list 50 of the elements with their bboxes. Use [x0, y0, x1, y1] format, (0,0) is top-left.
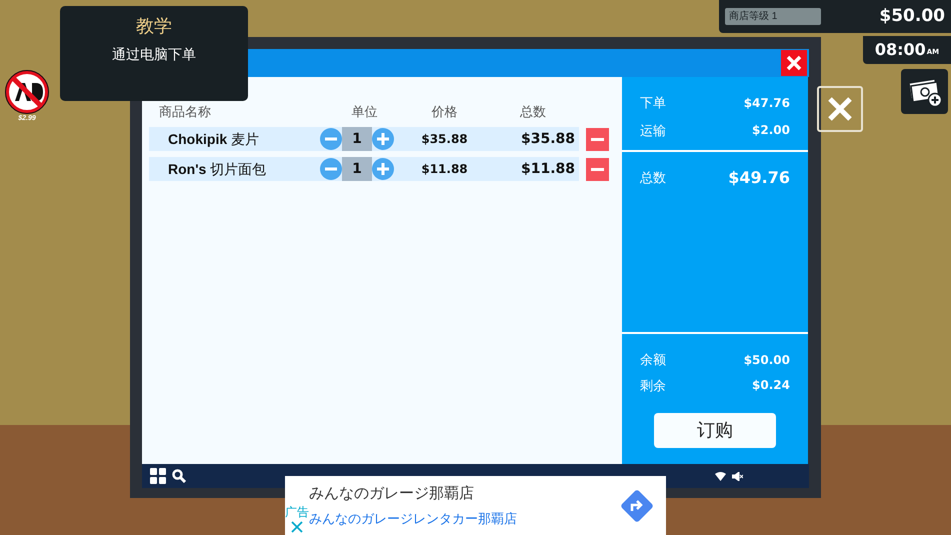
ad-subtitle: みんなのガレージレンタカー那覇店 — [309, 510, 518, 528]
grid-icon[interactable] — [150, 468, 166, 484]
close-icon — [786, 55, 802, 71]
column-header: 总数 — [519, 103, 547, 122]
product-name: Chokipik 麦片 — [167, 130, 260, 149]
minus-button[interactable] — [320, 158, 342, 180]
add-money-button[interactable] — [901, 69, 948, 114]
summary-value: $2.00 — [752, 122, 790, 140]
plus-button[interactable] — [372, 128, 394, 150]
balance-value: $50.00 — [744, 352, 790, 369]
quantity-field[interactable]: 1 — [342, 157, 372, 181]
summary-label: 下单 — [640, 94, 666, 112]
search-icon[interactable] — [172, 469, 186, 483]
balance-value: $0.24 — [752, 377, 790, 394]
money-display: $50.00 — [879, 4, 945, 28]
column-header: 单位 — [350, 103, 378, 122]
plus-button[interactable] — [372, 158, 394, 180]
minus-icon — [591, 138, 604, 140]
line-total: $11.88 — [520, 160, 576, 178]
close-icon — [827, 96, 853, 122]
tutorial-text: 通过电脑下单 — [112, 45, 196, 64]
minus-button[interactable] — [320, 128, 342, 150]
total-value: $49.76 — [728, 167, 790, 189]
product-name: Ron's 切片面包 — [167, 160, 268, 178]
tutorial-title: 教学 — [136, 15, 172, 38]
ad-label: 广告 — [285, 504, 309, 521]
quantity-field[interactable]: 1 — [342, 127, 372, 151]
summary-value: $47.76 — [744, 94, 790, 112]
column-header: 商品名称 — [158, 103, 212, 122]
unit-price: $11.88 — [420, 161, 469, 178]
time-display: 08:00 — [874, 39, 926, 61]
total-label: 总数 — [640, 169, 666, 188]
close-button[interactable] — [817, 86, 863, 132]
ad-title: みんなのガレージ那覇店 — [309, 484, 475, 504]
speaker-icon — [732, 472, 743, 480]
close-icon[interactable] — [291, 521, 303, 533]
wifi-icon — [715, 472, 726, 480]
balance-label: 剩余 — [640, 376, 666, 394]
cash-icon — [906, 76, 942, 106]
unit-price: $35.88 — [420, 131, 469, 148]
store-level-label: 商店等级 1 — [725, 8, 821, 25]
column-header: 价格 — [430, 103, 458, 122]
remove-button[interactable] — [586, 128, 609, 150]
remove-button[interactable] — [586, 158, 609, 180]
summary-label: 运输 — [640, 122, 666, 140]
order-button[interactable]: 订购 — [654, 413, 776, 448]
balance-label: 余额 — [640, 351, 666, 369]
minus-icon — [591, 168, 604, 170]
no-ads-icon[interactable] — [5, 70, 49, 114]
line-total: $35.88 — [520, 130, 576, 148]
